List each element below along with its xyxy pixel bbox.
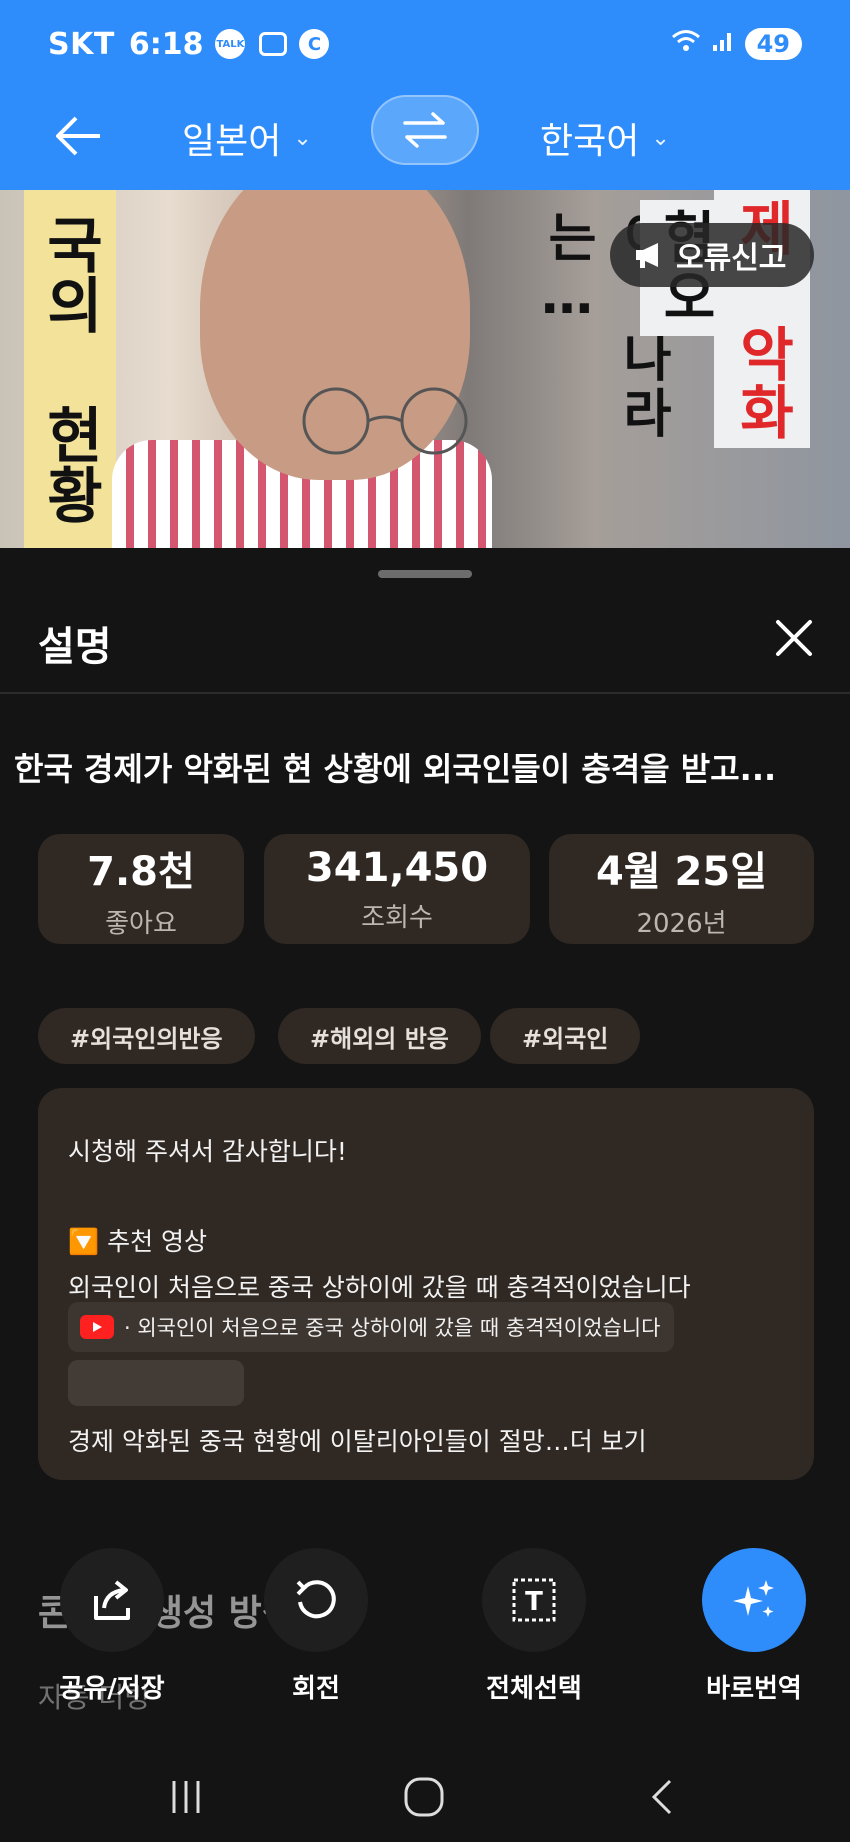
home-button[interactable]: [394, 1772, 454, 1822]
sheet-title: 설명: [38, 624, 112, 670]
rotate-icon: [264, 1548, 368, 1652]
rotate-button[interactable]: 회전: [236, 1548, 396, 1705]
carrier-label: SKT: [48, 26, 115, 62]
close-button[interactable]: [772, 616, 816, 660]
youtube-icon: [80, 1315, 114, 1339]
instant-translate-label: 바로번역: [706, 1674, 802, 1704]
sheet-drag-handle[interactable]: [378, 570, 472, 578]
glasses-icon: [302, 387, 468, 455]
recent-apps-icon: [172, 1781, 200, 1813]
system-back-button[interactable]: [632, 1772, 692, 1822]
chevron-left-icon: [651, 1779, 672, 1815]
screen-icon: [259, 32, 288, 56]
views-stat: 341,450 조회수: [264, 834, 530, 944]
share-save-button[interactable]: 공유/저장: [32, 1548, 192, 1705]
likes-label: 좋아요: [105, 908, 177, 939]
youtube-link-chip[interactable]: · 외국인이 처음으로 중국 상하이에 갔을 때 충격적이었습니다: [68, 1302, 675, 1352]
description-more-line[interactable]: 경제 악화된 중국 현황에 이탈리아인들이 절망…더 보기: [68, 1422, 647, 1458]
report-error-button[interactable]: 오류신고: [610, 223, 815, 287]
source-language-label: 일본어: [182, 121, 282, 162]
likes-value: 7.8천: [87, 848, 195, 895]
select-all-button[interactable]: T 전체선택: [454, 1548, 614, 1705]
translate-toolbar: 일본어 ⌄ 한국어 ⌄: [0, 88, 850, 190]
views-label: 조회수: [361, 902, 433, 933]
chevron-down-icon: ⌄: [651, 125, 670, 151]
signal-icon: [711, 29, 735, 59]
swap-icon: [403, 112, 447, 148]
rotate-label: 회전: [292, 1674, 340, 1704]
home-icon: [404, 1777, 444, 1817]
share-icon: [60, 1548, 164, 1652]
instant-translate-button[interactable]: 바로번역: [674, 1548, 834, 1705]
hashtag-chip[interactable]: #외국인: [490, 1008, 641, 1064]
views-value: 341,450: [305, 844, 489, 891]
recent-apps-button[interactable]: [156, 1772, 216, 1822]
select-all-icon: T: [482, 1548, 586, 1652]
source-language-selector[interactable]: 일본어 ⌄: [182, 112, 312, 164]
battery-indicator: 49: [744, 28, 802, 60]
year-label: 2026년: [636, 908, 727, 939]
system-nav-bar: [0, 1748, 850, 1842]
date-stat: 4월 25일 2026년: [549, 834, 814, 944]
description-line: 시청해 주셔서 감사합니다!: [68, 1137, 347, 1166]
target-language-label: 한국어: [540, 121, 640, 162]
select-all-label: 전체선택: [486, 1674, 582, 1704]
youtube-link-text: · 외국인이 처음으로 중국 상하이에 갔을 때 충격적이었습니다: [124, 1316, 661, 1340]
wifi-icon: [671, 28, 701, 61]
chevron-down-icon: ⌄: [293, 125, 312, 151]
likes-stat: 7.8천 좋아요: [38, 834, 244, 944]
description-line: 외국인이 처음으로 중국 상하이에 갔을 때 충격적이었습니다: [68, 1273, 691, 1302]
blurred-link-chip[interactable]: [68, 1360, 244, 1406]
target-language-selector[interactable]: 한국어 ⌄: [540, 112, 670, 164]
svg-text:T: T: [525, 1587, 543, 1617]
action-bar: 공유/저장 회전 T 전체선택 바로번역: [0, 1548, 850, 1704]
back-arrow-icon: [56, 116, 100, 156]
description-box: 시청해 주셔서 감사합니다! 🔽 추천 영상 외국인이 처음으로 중국 상하이에…: [38, 1088, 814, 1480]
megaphone-icon: [636, 243, 658, 268]
swap-languages-button[interactable]: [371, 95, 479, 165]
back-button[interactable]: [52, 110, 104, 162]
talk-icon: TALK: [215, 29, 246, 59]
hashtag-chip[interactable]: #해외의 반응: [278, 1008, 481, 1064]
stats-row: 7.8천 좋아요 341,450 조회수 4월 25일 2026년: [38, 834, 814, 944]
recommend-label: 🔽 추천 영상: [68, 1227, 208, 1256]
report-error-label: 오류신고: [676, 241, 787, 276]
overlay-strip-left: 국의 현황: [24, 190, 116, 548]
share-save-label: 공유/저장: [59, 1674, 165, 1704]
video-title: 한국 경제가 악화된 현 상황에 외국인들이 충격을 받고...: [14, 750, 777, 788]
status-bar: SKT 6:18 TALK C 49: [0, 0, 850, 88]
hashtag-chip[interactable]: #외국인의반응: [38, 1008, 255, 1064]
date-value: 4월 25일: [595, 848, 768, 895]
c-icon: C: [299, 29, 330, 59]
overlay-text-left: 국의 현황: [34, 214, 105, 524]
sparkle-icon: [702, 1548, 806, 1652]
clock: 6:18: [128, 26, 204, 62]
divider: [0, 692, 850, 694]
close-icon: [776, 620, 812, 656]
